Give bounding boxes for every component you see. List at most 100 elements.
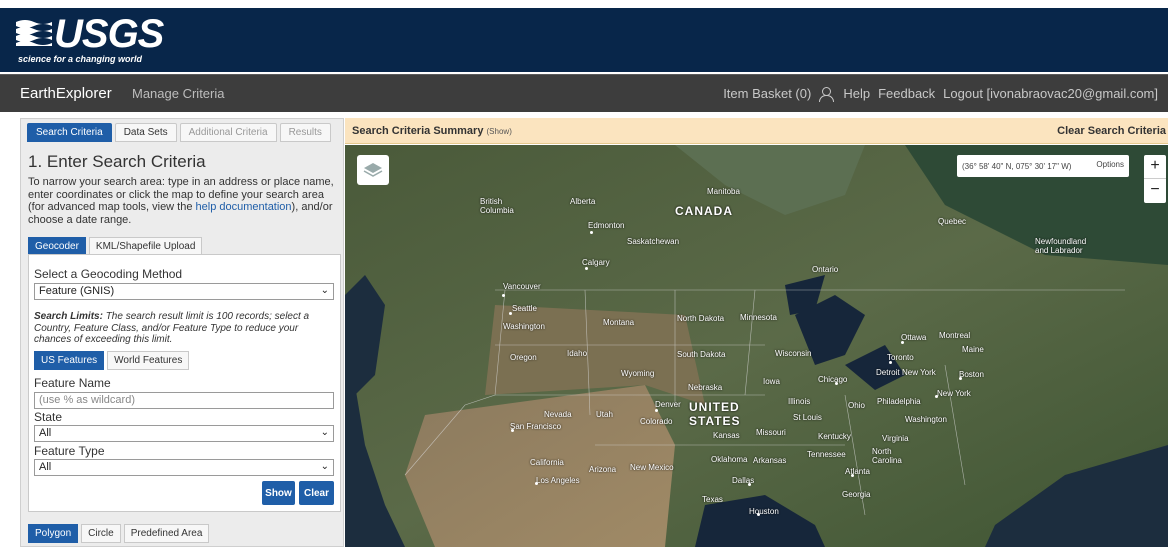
map-label: Houston (749, 507, 779, 516)
tab-predefined-area[interactable]: Predefined Area (123, 524, 210, 543)
map-label: Texas (702, 495, 723, 504)
city-marker (502, 294, 505, 297)
coordinate-text: (36° 58' 40" N, 075° 30' 17" W) (962, 161, 1072, 171)
main-tabs: Search Criteria Data Sets Additional Cri… (27, 123, 331, 142)
map-view[interactable]: (36° 58' 40" N, 075° 30' 17" W) Options +… (345, 145, 1168, 547)
map-label: Quebec (938, 217, 967, 226)
map-label: Vancouver (503, 282, 541, 291)
map-label: California (530, 458, 564, 467)
search-limits-text: Search Limits: The search result limit i… (34, 311, 334, 346)
map-label: Boston (959, 370, 984, 379)
map-options-button[interactable]: Options (1096, 160, 1124, 169)
tab-us-features[interactable]: US Features (34, 351, 105, 370)
map-label: Iowa (763, 377, 780, 386)
map-label: Ottawa (901, 333, 927, 342)
map-label: North Carolina (872, 447, 902, 465)
map-label: New York (937, 389, 971, 398)
feature-type-label: Feature Type (34, 444, 105, 458)
nav-right-links: Item Basket (0) Help Feedback Logout [iv… (723, 86, 1158, 102)
map-label: Manitoba (707, 187, 740, 196)
clear-search-criteria-link[interactable]: Clear Search Criteria (1057, 125, 1166, 137)
map-label: Edmonton (588, 221, 625, 230)
map-label: Philadelphia (877, 397, 921, 406)
geocoding-method-value: Feature (GNIS) (39, 285, 115, 297)
map-label: Missouri (756, 428, 786, 437)
map-label: Kansas (713, 431, 740, 440)
map-label: Georgia (842, 490, 871, 499)
map-label: Montana (603, 318, 635, 327)
map-label: Utah (596, 410, 613, 419)
show-button[interactable]: Show (262, 481, 295, 505)
feature-type-select[interactable]: All ⌄ (34, 459, 334, 476)
map-label: Nevada (544, 410, 572, 419)
map-label: Ontario (812, 265, 839, 274)
tab-world-features[interactable]: World Features (107, 351, 190, 370)
map-label: Washington (503, 322, 545, 331)
tab-additional-criteria[interactable]: Additional Criteria (179, 123, 277, 142)
city-marker (590, 231, 593, 234)
section-title: 1. Enter Search Criteria (28, 152, 206, 171)
manage-criteria-link[interactable]: Manage Criteria (132, 86, 225, 101)
map-label: North Dakota (677, 314, 725, 323)
feature-name-label: Feature Name (34, 376, 111, 390)
city-marker (959, 377, 962, 380)
logo-tagline: science for a changing world (18, 54, 143, 64)
city-marker (535, 482, 538, 485)
map-label: Minnesota (740, 313, 777, 322)
map-label: CANADA (675, 204, 733, 218)
layers-button[interactable] (357, 155, 389, 185)
feedback-link[interactable]: Feedback (878, 86, 935, 101)
summary-title-text: Search Criteria Summary (352, 125, 484, 137)
tab-circle[interactable]: Circle (81, 524, 121, 543)
feature-name-input[interactable]: (use % as wildcard) (34, 392, 334, 409)
city-marker (748, 483, 751, 486)
map-label: New Mexico (630, 463, 674, 472)
zoom-in-button[interactable]: + (1144, 155, 1166, 179)
map-label: UNITED (689, 400, 740, 414)
item-basket-link[interactable]: Item Basket (0) (723, 86, 811, 101)
tab-polygon[interactable]: Polygon (28, 524, 79, 543)
map-label: Denver (655, 400, 681, 409)
map-label: Washington (905, 415, 947, 424)
logout-link[interactable]: Logout [ivonabraovac20@gmail.com] (943, 86, 1158, 101)
map-label: Maine (962, 345, 984, 354)
zoom-controls: + − (1144, 155, 1166, 203)
help-documentation-link[interactable]: help documentation (196, 201, 292, 213)
app-name-link[interactable]: EarthExplorer (20, 85, 112, 102)
map-label: Alberta (570, 197, 596, 206)
logo-text: USGS (54, 12, 164, 56)
geocoding-method-select[interactable]: Feature (GNIS) ⌄ (34, 283, 334, 300)
tab-data-sets[interactable]: Data Sets (114, 123, 177, 142)
map-label: South Dakota (677, 350, 726, 359)
chevron-down-icon: ⌄ (320, 285, 329, 296)
map-label: Detroit (876, 368, 900, 377)
usgs-logo[interactable]: USGS science for a changing world (16, 14, 164, 66)
search-panel: Search Criteria Data Sets Additional Cri… (20, 118, 344, 547)
map-label: Calgary (582, 258, 610, 267)
top-nav: EarthExplorer Manage Criteria Item Baske… (0, 74, 1168, 112)
tab-search-criteria[interactable]: Search Criteria (27, 123, 112, 142)
zoom-out-button[interactable]: − (1144, 179, 1166, 203)
site-header: USGS science for a changing world (0, 0, 1168, 72)
map-label: Arizona (589, 465, 617, 474)
help-link[interactable]: Help (843, 86, 870, 101)
state-value: All (39, 427, 52, 439)
area-tabs: Polygon Circle Predefined Area (28, 524, 210, 543)
map-label: STATES (689, 414, 741, 428)
user-profile-icon[interactable] (819, 86, 835, 102)
city-marker (511, 429, 514, 432)
map-label: Oklahoma (711, 455, 748, 464)
search-limits-heading: Search Limits: (34, 311, 103, 322)
header-top-strip (0, 0, 1168, 8)
map-label: New York (902, 368, 936, 377)
map-label: Seattle (512, 304, 537, 313)
map-label: Oregon (510, 353, 537, 362)
city-marker (655, 409, 658, 412)
summary-show-link[interactable]: (Show) (487, 127, 512, 136)
satellite-map-image (345, 145, 1168, 547)
map-label: Wyoming (621, 369, 655, 378)
map-label: Wisconsin (775, 349, 812, 358)
clear-button[interactable]: Clear (299, 481, 334, 505)
state-select[interactable]: All ⌄ (34, 425, 334, 442)
tab-results[interactable]: Results (279, 123, 331, 142)
